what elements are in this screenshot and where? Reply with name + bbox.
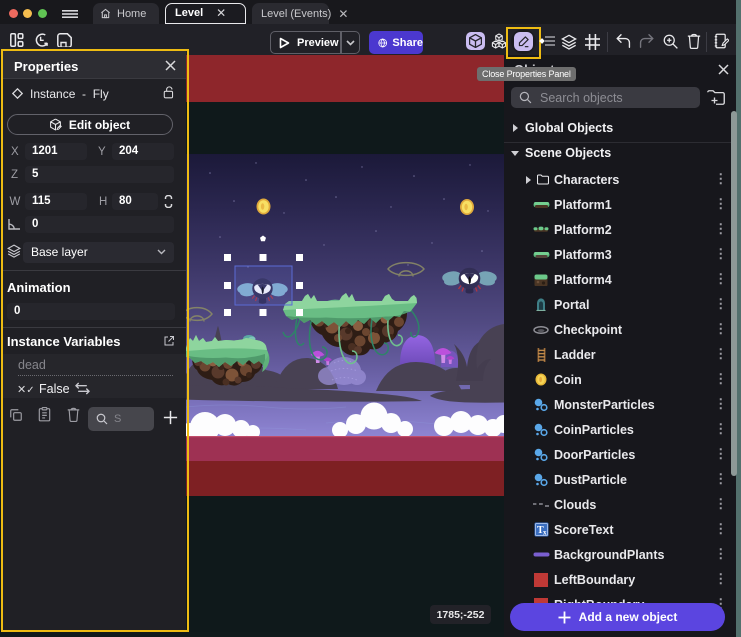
svg-text:x: x	[543, 529, 547, 537]
